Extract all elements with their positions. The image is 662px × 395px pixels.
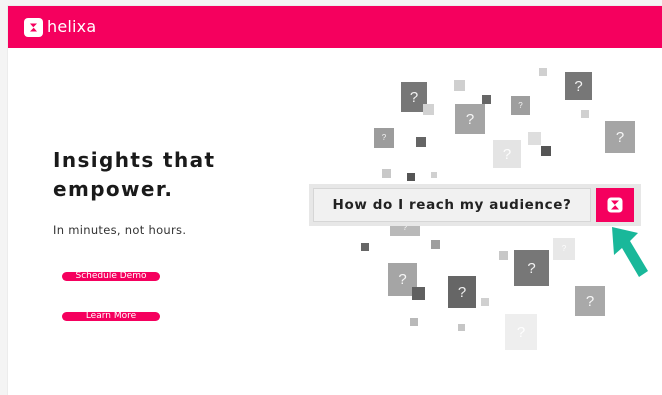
square-tile xyxy=(581,110,589,118)
question-square: ? xyxy=(493,140,521,168)
question-square: ? xyxy=(605,121,635,153)
question-square: ? xyxy=(511,96,530,115)
question-square: ? xyxy=(505,314,537,350)
helixa-logo-icon xyxy=(24,17,43,37)
square-tile xyxy=(407,173,415,181)
square-tile xyxy=(361,243,369,251)
square-tile xyxy=(382,169,391,178)
square-tile xyxy=(410,318,418,326)
headline-line-2: empower. xyxy=(53,177,174,201)
question-square: ? xyxy=(455,104,485,134)
page-frame: helixa Insights that empower. In minutes… xyxy=(8,6,662,395)
square-tile xyxy=(412,287,425,300)
search-bar: How do I reach my audience? xyxy=(309,184,641,226)
hero-headline: Insights that empower. xyxy=(53,146,273,204)
schedule-demo-button[interactable]: Schedule Demo xyxy=(62,272,160,281)
hero-subheadline: In minutes, not hours. xyxy=(53,223,187,237)
square-tile xyxy=(416,137,426,147)
square-tile xyxy=(481,298,489,306)
question-square: ? xyxy=(448,276,476,308)
question-square: ? xyxy=(514,250,549,286)
brand-logo[interactable]: helixa xyxy=(24,16,96,38)
square-tile xyxy=(431,172,437,178)
question-square: ? xyxy=(565,72,592,100)
question-square: ? xyxy=(575,286,605,316)
square-tile xyxy=(423,104,434,115)
search-button[interactable] xyxy=(596,188,634,222)
square-tile xyxy=(539,68,547,76)
question-square: ? xyxy=(553,238,575,260)
square-tile xyxy=(454,80,465,91)
square-tile xyxy=(528,132,541,145)
question-square: ? xyxy=(374,128,394,148)
arrow-pointer-icon xyxy=(612,227,648,277)
search-query-text: How do I reach my audience? xyxy=(332,197,572,213)
search-input[interactable]: How do I reach my audience? xyxy=(313,188,591,222)
top-nav-bar: helixa xyxy=(8,6,662,48)
learn-more-button[interactable]: Learn More xyxy=(62,312,160,321)
square-tile xyxy=(499,251,508,260)
square-tile xyxy=(482,95,491,104)
helixa-logo-icon xyxy=(607,197,623,213)
brand-name: helixa xyxy=(47,17,97,36)
square-tile xyxy=(431,240,440,249)
headline-line-1: Insights that xyxy=(53,148,216,172)
square-tile xyxy=(458,324,465,331)
square-tile xyxy=(541,146,551,156)
